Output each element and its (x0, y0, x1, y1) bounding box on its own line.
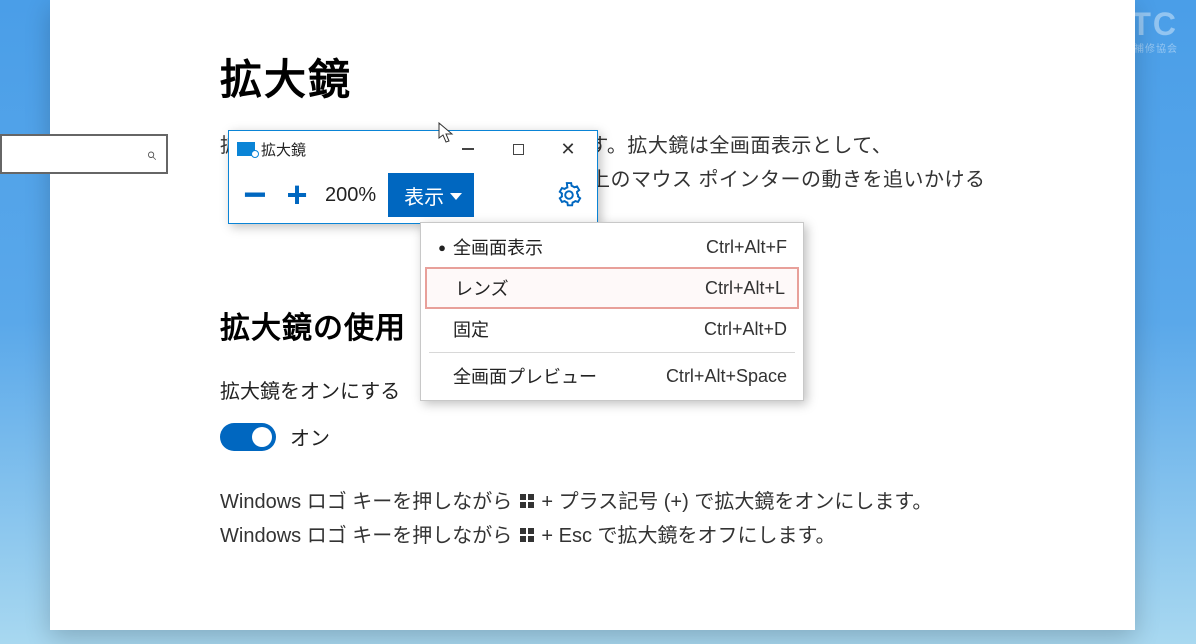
menu-item-fullscreen[interactable]: ● 全画面表示 Ctrl+Alt+F (421, 227, 803, 267)
magnifier-app-window[interactable]: 拡大鏡 ✕ − + 200% 表示 (228, 130, 598, 224)
zoom-in-button[interactable]: + (277, 175, 317, 215)
magnifier-titlebar[interactable]: 拡大鏡 ✕ (229, 131, 597, 167)
info-line-1: Windows ロゴ キーを押しながら + プラス記号 (+) で拡大鏡をオンに… (220, 485, 1105, 519)
toggle-row: オン (220, 422, 1105, 451)
info-1b: + プラス記号 (+) で拡大鏡をオンにします。 (541, 491, 932, 513)
search-box[interactable]: ⌕ (0, 134, 168, 174)
search-icon: ⌕ (146, 144, 156, 165)
menu-item-lens[interactable]: レンズ Ctrl+Alt+L (425, 267, 799, 309)
maximize-icon (513, 144, 524, 155)
menu-label: 全画面表示 (453, 234, 543, 260)
close-button[interactable]: ✕ (543, 131, 593, 167)
zoom-level: 200% (325, 184, 376, 207)
magnifier-toggle[interactable] (220, 423, 276, 451)
windows-logo-icon (520, 528, 534, 542)
menu-label: 全画面プレビュー (453, 363, 597, 389)
zoom-out-button[interactable]: − (235, 175, 275, 215)
toggle-state: オン (290, 422, 330, 451)
menu-shortcut: Ctrl+Alt+F (706, 237, 787, 258)
magnifier-app-icon (237, 142, 255, 156)
magnifier-title: 拡大鏡 (261, 139, 306, 160)
view-button-label: 表示 (404, 181, 444, 210)
gear-icon (556, 182, 582, 208)
info-2a: Windows ロゴ キーを押しながら (220, 525, 518, 547)
minimize-button[interactable] (443, 131, 493, 167)
info-2b: + Esc で拡大鏡をオフにします。 (541, 525, 835, 547)
menu-label: 固定 (453, 316, 489, 342)
chevron-down-icon (450, 193, 462, 200)
menu-item-docked[interactable]: 固定 Ctrl+Alt+D (421, 309, 803, 349)
settings-gear-button[interactable] (547, 173, 591, 217)
menu-item-preview[interactable]: 全画面プレビュー Ctrl+Alt+Space (421, 356, 803, 396)
selected-dot-icon: ● (431, 240, 453, 255)
menu-separator (429, 352, 795, 353)
page-title: 拡大鏡 (220, 46, 1105, 107)
toggle-knob (252, 427, 272, 447)
close-icon: ✕ (560, 140, 575, 158)
maximize-button[interactable] (493, 131, 543, 167)
windows-logo-icon (520, 494, 534, 508)
view-dropdown-button[interactable]: 表示 (388, 173, 474, 217)
menu-label: レンズ (455, 275, 509, 301)
menu-shortcut: Ctrl+Alt+Space (666, 366, 787, 387)
view-menu: ● 全画面表示 Ctrl+Alt+F レンズ Ctrl+Alt+L 固定 Ctr… (420, 222, 804, 401)
info-1a: Windows ロゴ キーを押しながら (220, 491, 518, 513)
info-line-2: Windows ロゴ キーを押しながら + Esc で拡大鏡をオフにします。 (220, 519, 1105, 553)
magnifier-toolbar: − + 200% 表示 (229, 167, 597, 223)
minimize-icon (462, 148, 474, 150)
menu-shortcut: Ctrl+Alt+L (705, 278, 785, 299)
menu-shortcut: Ctrl+Alt+D (704, 319, 787, 340)
